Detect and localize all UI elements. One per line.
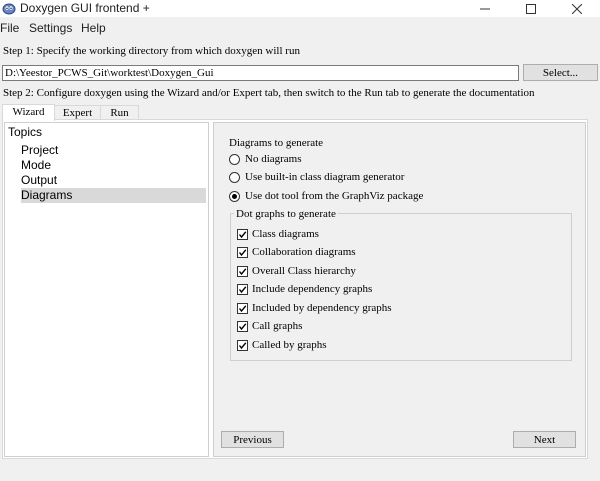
- topics-tree: Topics Project Mode Output Diagrams: [4, 122, 209, 457]
- tab-run[interactable]: Run: [100, 105, 139, 120]
- checkbox-included-by-dependency-graphs[interactable]: [237, 303, 248, 314]
- tab-expert[interactable]: Expert: [54, 105, 101, 120]
- select-directory-button[interactable]: Select...: [523, 64, 598, 81]
- radio-builtin-generator[interactable]: [229, 172, 240, 183]
- topic-label: Output: [21, 173, 58, 187]
- topic-label: Diagrams: [21, 188, 73, 202]
- checkmark-icon: [238, 286, 247, 294]
- checkbox-collaboration-diagrams[interactable]: [237, 247, 248, 258]
- radio-no-diagrams[interactable]: [229, 154, 240, 165]
- minimize-icon: [480, 8, 490, 9]
- topic-item-project[interactable]: Project: [21, 143, 206, 158]
- radio-builtin-generator-label: Use built-in class diagram generator: [245, 171, 405, 183]
- doxygen-app-icon: [2, 3, 16, 15]
- topic-label: Mode: [21, 158, 52, 172]
- title-bar: Doxygen GUI frontend +: [0, 0, 600, 17]
- checkbox-include-dependency-graphs[interactable]: [237, 284, 248, 295]
- next-button[interactable]: Next: [513, 431, 576, 448]
- topics-header: Topics: [8, 125, 43, 139]
- radio-dot-tool-label: Use dot tool from the GraphViz package: [245, 190, 424, 202]
- checkmark-icon: [238, 323, 247, 331]
- step2-label: Step 2: Configure doxygen using the Wiza…: [3, 87, 535, 99]
- tab-wizard[interactable]: Wizard: [2, 104, 55, 121]
- step1-label: Step 1: Specify the working directory fr…: [3, 45, 300, 57]
- menu-file[interactable]: File: [0, 21, 19, 35]
- working-directory-input[interactable]: [2, 65, 519, 81]
- topic-item-output[interactable]: Output: [21, 173, 206, 188]
- checkmark-icon: [238, 268, 247, 276]
- checkmark-icon: [238, 342, 247, 350]
- checkbox-called-by-graphs[interactable]: [237, 340, 248, 351]
- menu-settings[interactable]: Settings: [29, 21, 72, 35]
- checkbox-overall-class-hierarchy[interactable]: [237, 266, 248, 277]
- checkbox-call-graphs[interactable]: [237, 321, 248, 332]
- window-title: Doxygen GUI frontend +: [20, 1, 150, 15]
- checkmark-icon: [238, 249, 247, 257]
- checkbox-class-diagrams[interactable]: [237, 229, 248, 240]
- checkbox-overall-class-hierarchy-label: Overall Class hierarchy: [252, 265, 356, 277]
- dot-graphs-group-title: Dot graphs to generate: [234, 208, 338, 220]
- menu-bar: File Settings Help: [0, 21, 600, 37]
- radio-dot-tool[interactable]: [229, 191, 240, 202]
- checkmark-icon: [238, 305, 247, 313]
- diagrams-settings-panel: Diagrams to generate No diagrams Use bui…: [213, 122, 586, 457]
- radio-no-diagrams-label: No diagrams: [245, 153, 302, 165]
- topic-label: Project: [21, 143, 59, 157]
- topic-item-diagrams[interactable]: Diagrams: [21, 188, 206, 203]
- checkbox-call-graphs-label: Call graphs: [252, 320, 303, 332]
- minimize-button[interactable]: [462, 0, 508, 17]
- close-icon: [572, 3, 582, 14]
- topic-item-mode[interactable]: Mode: [21, 158, 206, 173]
- checkbox-class-diagrams-label: Class diagrams: [252, 228, 319, 240]
- checkbox-include-dependency-graphs-label: Include dependency graphs: [252, 283, 373, 295]
- close-button[interactable]: [554, 0, 600, 17]
- checkbox-called-by-graphs-label: Called by graphs: [252, 339, 327, 351]
- menu-help[interactable]: Help: [81, 21, 106, 35]
- diagrams-section-label: Diagrams to generate: [229, 137, 324, 149]
- checkbox-included-by-dependency-graphs-label: Included by dependency graphs: [252, 302, 392, 314]
- checkbox-collaboration-diagrams-label: Collaboration diagrams: [252, 246, 356, 258]
- checkmark-icon: [238, 231, 247, 239]
- previous-button[interactable]: Previous: [221, 431, 284, 448]
- maximize-icon: [526, 3, 536, 14]
- maximize-button[interactable]: [508, 0, 554, 17]
